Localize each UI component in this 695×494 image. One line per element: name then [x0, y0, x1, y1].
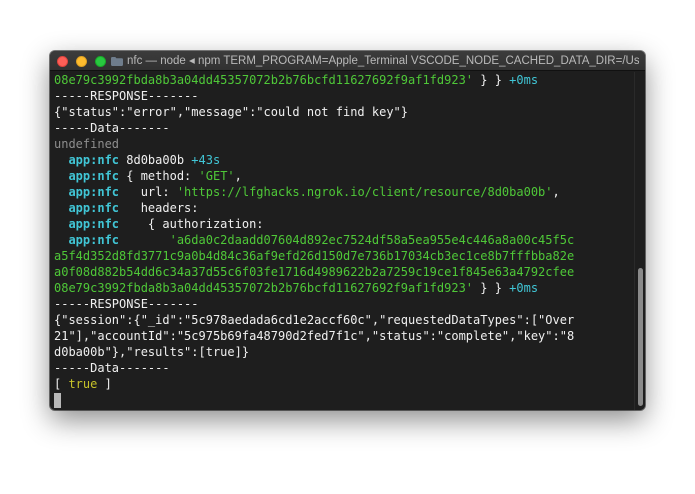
terminal-text: {"session":{"_id":"5c978aedada6cd1e2accf…	[54, 313, 575, 327]
terminal-line: app:nfc 8d0ba00b +43s	[54, 152, 630, 168]
title-bar[interactable]: nfc — node ◂ npm TERM_PROGRAM=Apple_Term…	[50, 51, 645, 71]
terminal-text: a5f4d352d8fd3771c9a0b4d84c36af9efd26d150…	[54, 249, 575, 263]
terminal-text: -----Data-------	[54, 361, 170, 375]
terminal-text: true	[68, 377, 98, 391]
terminal-text: 21"],"accountId":"5c975b69fa48790d2fed7f…	[54, 329, 575, 343]
terminal-line: app:nfc headers:	[54, 200, 630, 216]
terminal-line: 08e79c3992fbda8b3a04dd45357072b2b76bcfd1…	[54, 72, 630, 88]
maximize-icon[interactable]	[95, 56, 106, 67]
terminal-text: 08e79c3992fbda8b3a04dd45357072b2b76bcfd1…	[54, 73, 474, 87]
terminal-text: } }	[473, 73, 510, 87]
terminal-line: -----Data-------	[54, 360, 630, 376]
scrollbar[interactable]	[634, 72, 645, 410]
terminal-text: { authorization:	[119, 217, 264, 231]
terminal-text: url:	[119, 185, 177, 199]
terminal-line: app:nfc { method: 'GET',	[54, 168, 630, 184]
terminal-text: +0ms	[509, 281, 539, 295]
terminal-text: -----RESPONSE-------	[54, 89, 199, 103]
terminal-text: { method:	[119, 169, 199, 183]
terminal-text: 'GET'	[198, 169, 235, 183]
minimize-icon[interactable]	[76, 56, 87, 67]
prompt-line[interactable]	[54, 392, 630, 408]
terminal-line: -----RESPONSE-------	[54, 88, 630, 104]
terminal-window: nfc — node ◂ npm TERM_PROGRAM=Apple_Term…	[50, 51, 645, 410]
terminal-text: +0ms	[509, 73, 539, 87]
terminal-text: -----Data-------	[54, 121, 170, 135]
terminal-text: 8d0ba00b	[119, 153, 192, 167]
scrollbar-thumb[interactable]	[638, 268, 643, 406]
terminal-text: d0ba00b"},"results":[true]}	[54, 345, 250, 359]
terminal-text: ,	[234, 169, 242, 183]
terminal-line: -----Data-------	[54, 120, 630, 136]
terminal-text: [	[54, 377, 69, 391]
terminal-text: a0f08d882b54dd6c34a37d55c6f03fe1716d4989…	[54, 265, 575, 279]
terminal-text: undefined	[54, 137, 120, 151]
terminal-line: app:nfc { authorization:	[54, 216, 630, 232]
window-title: nfc — node ◂ npm TERM_PROGRAM=Apple_Term…	[127, 55, 639, 67]
terminal-output[interactable]: 08e79c3992fbda8b3a04dd45357072b2b76bcfd1…	[54, 72, 630, 408]
terminal-line: {"session":{"_id":"5c978aedada6cd1e2accf…	[54, 312, 630, 328]
terminal-text: app:nfc	[68, 217, 120, 231]
terminal-text: +43s	[191, 153, 221, 167]
terminal-text: 'https://lfghacks.ngrok.io/client/resour…	[176, 185, 553, 199]
terminal-text: app:nfc	[68, 169, 120, 183]
terminal-line: d0ba00b"},"results":[true]}	[54, 344, 630, 360]
terminal-text: app:nfc	[68, 233, 120, 247]
terminal-text: ]	[97, 377, 112, 391]
terminal-line: a0f08d882b54dd6c34a37d55c6f03fe1716d4989…	[54, 264, 630, 280]
terminal-text: {"status":"error","message":"could not f…	[54, 105, 409, 119]
terminal-line: -----RESPONSE-------	[54, 296, 630, 312]
terminal-text: -----RESPONSE-------	[54, 297, 199, 311]
terminal-text: 08e79c3992fbda8b3a04dd45357072b2b76bcfd1…	[54, 281, 474, 295]
terminal-line: a5f4d352d8fd3771c9a0b4d84c36af9efd26d150…	[54, 248, 630, 264]
terminal-line: [ true ]	[54, 376, 630, 392]
terminal-line: undefined	[54, 136, 630, 152]
terminal-text: headers:	[119, 201, 199, 215]
terminal-text: app:nfc	[68, 201, 120, 215]
terminal-line: {"status":"error","message":"could not f…	[54, 104, 630, 120]
terminal-line: 08e79c3992fbda8b3a04dd45357072b2b76bcfd1…	[54, 280, 630, 296]
terminal-line: app:nfc 'a6da0c2daadd07604d892ec7524df58…	[54, 232, 630, 248]
terminal-text: ,	[552, 185, 560, 199]
folder-icon	[111, 57, 123, 66]
terminal-line: app:nfc url: 'https://lfghacks.ngrok.io/…	[54, 184, 630, 200]
terminal-text: app:nfc	[68, 185, 120, 199]
close-icon[interactable]	[57, 56, 68, 67]
terminal-text: app:nfc	[68, 153, 120, 167]
text-cursor	[54, 393, 61, 408]
terminal-text: 'a6da0c2daadd07604d892ec7524df58a5ea955e…	[119, 233, 575, 247]
terminal-line: 21"],"accountId":"5c975b69fa48790d2fed7f…	[54, 328, 630, 344]
terminal-text: } }	[473, 281, 510, 295]
